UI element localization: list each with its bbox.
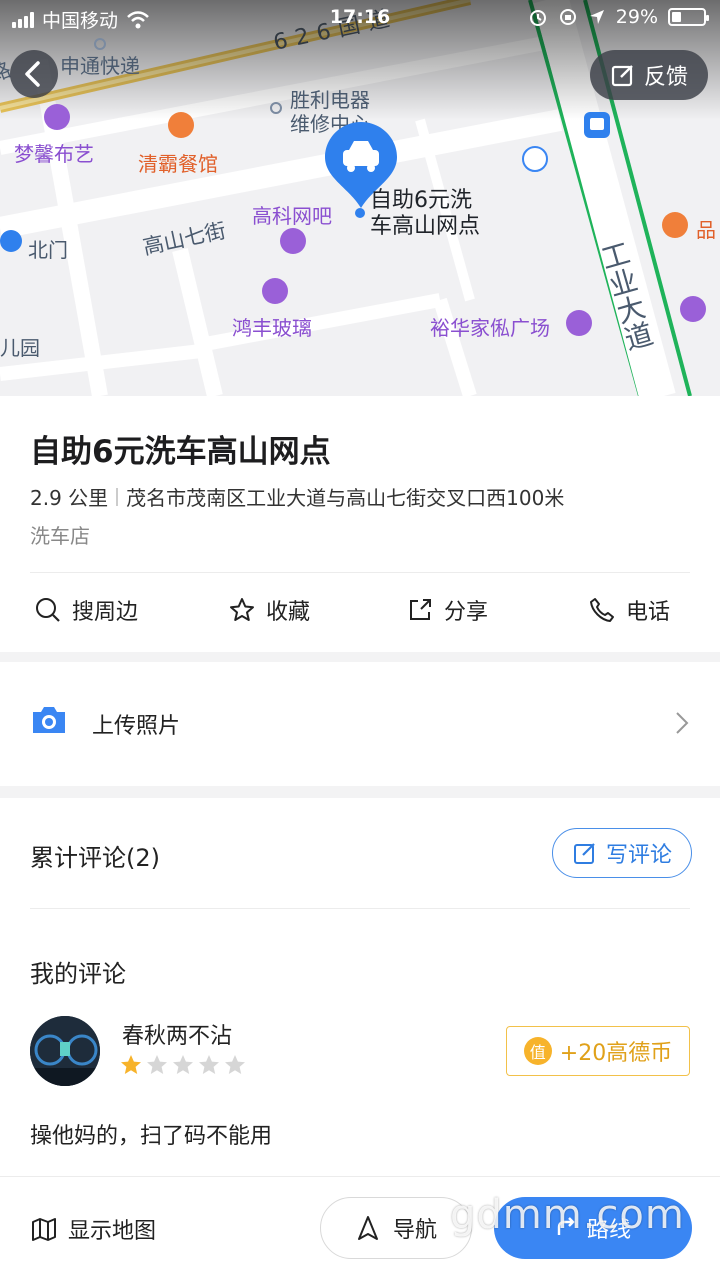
edit-icon: [573, 843, 595, 864]
write-review-label: 写评论: [605, 843, 672, 868]
action-bar: 搜周边 收藏 分享 电话: [0, 572, 720, 650]
selected-place-label-line2: 车高山网点: [370, 214, 481, 239]
share-icon: [410, 599, 431, 620]
place-distance: 2.9 公里: [30, 486, 109, 510]
poi-mengxin[interactable]: 梦馨布艺: [14, 138, 94, 167]
place-category: 洗车店: [30, 524, 90, 548]
poi-shentong[interactable]: 申通快递: [60, 50, 140, 79]
selected-place-label: 自助6元洗 车高山网点: [370, 188, 500, 240]
edit-icon: [611, 65, 633, 87]
share-label: 分享: [444, 600, 489, 625]
phone-icon: [590, 598, 614, 622]
poi-yuhua[interactable]: 裕华家俬广场: [430, 312, 550, 341]
restaurant-icon: [168, 112, 194, 138]
coin-icon: 值: [523, 1037, 552, 1065]
star-empty-icon: [199, 1055, 219, 1074]
mall-icon: [566, 310, 592, 336]
navigate-label: 导航: [392, 1218, 437, 1243]
poi-gaoke[interactable]: 高科网吧: [252, 200, 332, 229]
divider: [30, 908, 690, 909]
coin-reward-badge: 值 +20高德币: [506, 1026, 690, 1076]
back-button[interactable]: [10, 50, 58, 98]
poi-qingba[interactable]: 清霸餐馆: [138, 148, 218, 177]
reviews-section: 累计评论(2) 写评论 我的评论 春秋两不沾 值 +20高德币 操他妈的，扫了码…: [0, 798, 720, 1176]
selected-place-label-line1: 自助6元洗: [370, 188, 472, 213]
camera-icon: [33, 707, 65, 733]
location-arrow-icon: [589, 10, 604, 24]
favorite-button[interactable]: 收藏: [228, 594, 310, 626]
map-icon: [32, 1218, 56, 1241]
chevron-left-icon: [25, 61, 40, 87]
reviewer-name[interactable]: 春秋两不沾: [122, 1018, 232, 1050]
poi-park[interactable]: 儿园: [0, 332, 40, 361]
section-gap: [0, 652, 720, 662]
share-button[interactable]: 分享: [406, 594, 488, 626]
upload-photo-label: 上传照片: [92, 714, 181, 739]
place-meta: 2.9 公里 茂名市茂南区工业大道与高山七街交叉口西100米: [30, 482, 564, 511]
battery-icon: [668, 8, 709, 26]
upload-photo-row[interactable]: 上传照片: [0, 662, 720, 786]
phone-button[interactable]: 电话: [588, 594, 670, 626]
status-bar: 中国移动 17:16 29%: [0, 0, 720, 36]
avatar[interactable]: [30, 1016, 100, 1086]
place-title: 自助6元洗车高山网点: [30, 434, 331, 470]
poi-hongfeng[interactable]: 鸿丰玻璃: [232, 312, 312, 341]
place-info-card: 自助6元洗车高山网点 2.9 公里 茂名市茂南区工业大道与高山七街交叉口西100…: [0, 396, 720, 652]
watermark: gdmm.com: [450, 1192, 685, 1238]
gate-icon: [0, 230, 22, 252]
search-icon: [36, 598, 60, 622]
show-map-button[interactable]: 显示地图: [30, 1213, 156, 1245]
review-text: 操他妈的，扫了码不能用: [30, 1124, 273, 1149]
location-dot: [355, 208, 365, 218]
favorite-label: 收藏: [266, 600, 311, 625]
star-empty-icon: [147, 1055, 167, 1074]
feedback-button[interactable]: 反馈: [590, 50, 708, 100]
place-address: 茂名市茂南区工业大道与高山七街交叉口西100米: [126, 486, 565, 510]
navigation-arrow-icon: [357, 1216, 378, 1240]
poi-beimen[interactable]: 北门: [28, 234, 68, 263]
poi-pin-right[interactable]: 品: [696, 214, 716, 243]
poi-shengli-line1: 胜利电器: [290, 88, 370, 112]
my-review-title: 我的评论: [30, 960, 126, 988]
battery-percent: 29%: [615, 6, 658, 28]
search-nearby-button[interactable]: 搜周边: [34, 594, 138, 626]
star-filled-icon: [121, 1055, 141, 1074]
star-empty-icon: [173, 1055, 193, 1074]
search-nearby-label: 搜周边: [72, 600, 139, 625]
computer-icon: [280, 228, 306, 254]
rotation-lock-icon: [559, 9, 576, 25]
restaurant-icon: [662, 212, 688, 238]
show-map-label: 显示地图: [68, 1219, 157, 1244]
alarm-icon: [529, 10, 546, 26]
section-gap: [0, 786, 720, 798]
chevron-right-icon: [676, 712, 689, 734]
shop-icon: [262, 278, 288, 304]
shop-icon: [680, 296, 706, 322]
star-icon: [230, 598, 254, 621]
poi-icon: [44, 104, 70, 130]
rating-stars: [120, 1054, 246, 1076]
meta-separator: [116, 487, 119, 506]
telecom-icon: [522, 146, 548, 172]
feedback-label: 反馈: [643, 65, 688, 90]
coin-reward-label: +20高德币: [559, 1041, 673, 1066]
write-review-button[interactable]: 写评论: [552, 828, 692, 878]
review-count[interactable]: 累计评论(2): [30, 838, 160, 873]
avatar-image: [30, 1016, 100, 1086]
phone-label: 电话: [626, 600, 671, 625]
star-empty-icon: [225, 1055, 245, 1074]
